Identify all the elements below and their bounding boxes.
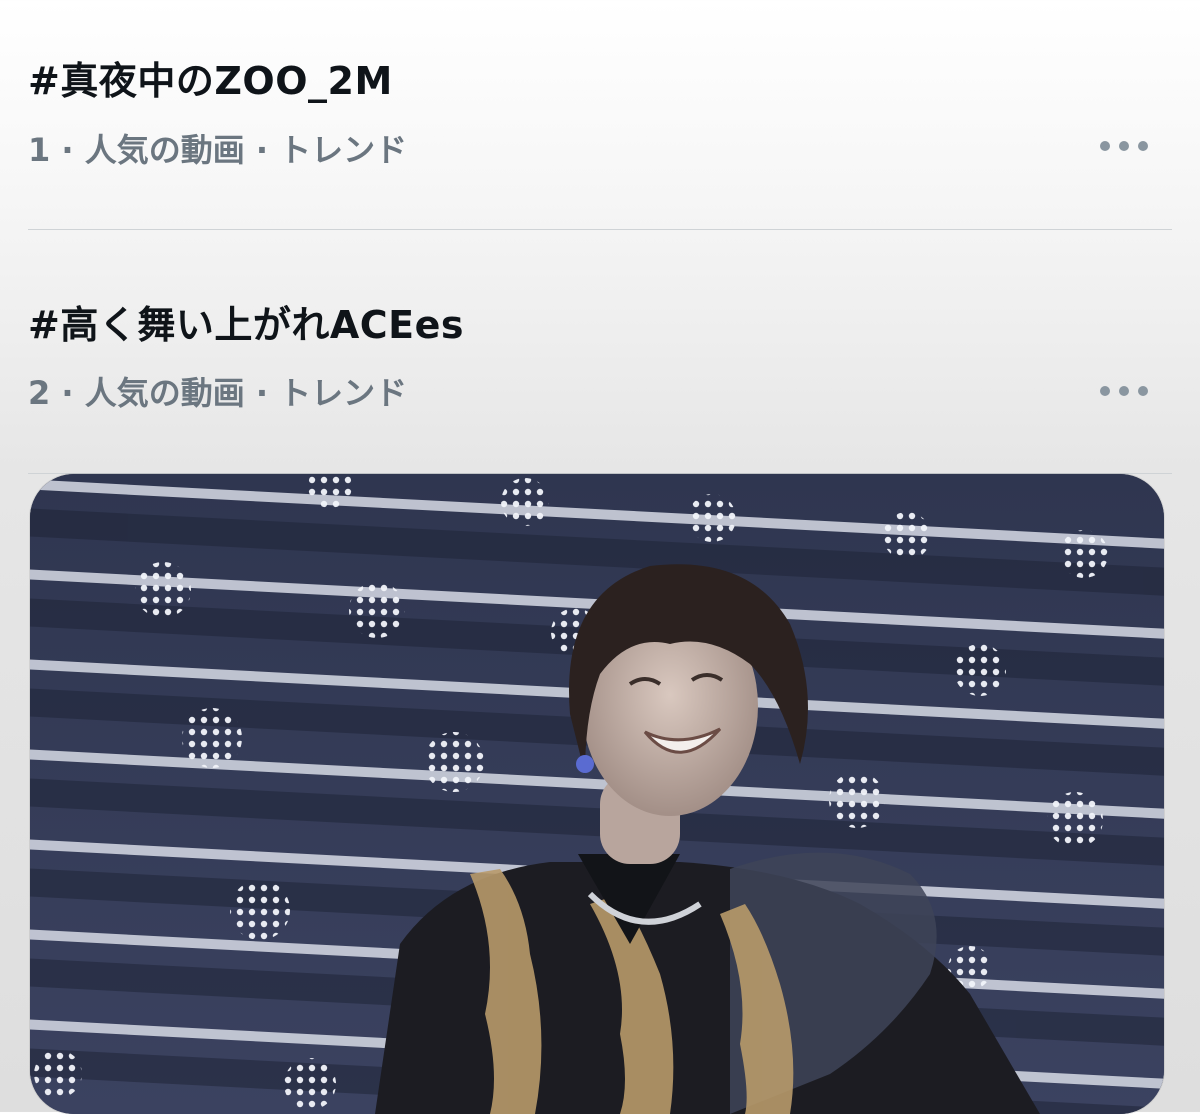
trend-item-2[interactable]: #高く舞い上がれACEes 2 · 人気の動画 · トレンド: [0, 230, 1200, 474]
trend-meta: 2 · 人気の動画 · トレンド: [28, 374, 408, 412]
trend-title: #高く舞い上がれACEes: [28, 303, 464, 347]
video-frame: [30, 474, 1164, 1114]
more-horizontal-icon[interactable]: [1100, 136, 1148, 156]
more-horizontal-icon[interactable]: [1100, 381, 1148, 401]
video-player[interactable]: [30, 474, 1164, 1114]
trend-meta: 1 · 人気の動画 · トレンド: [28, 131, 408, 169]
trend-title: #真夜中のZOO_2M: [28, 59, 393, 103]
trend-item-1[interactable]: #真夜中のZOO_2M 1 · 人気の動画 · トレンド: [0, 0, 1200, 230]
